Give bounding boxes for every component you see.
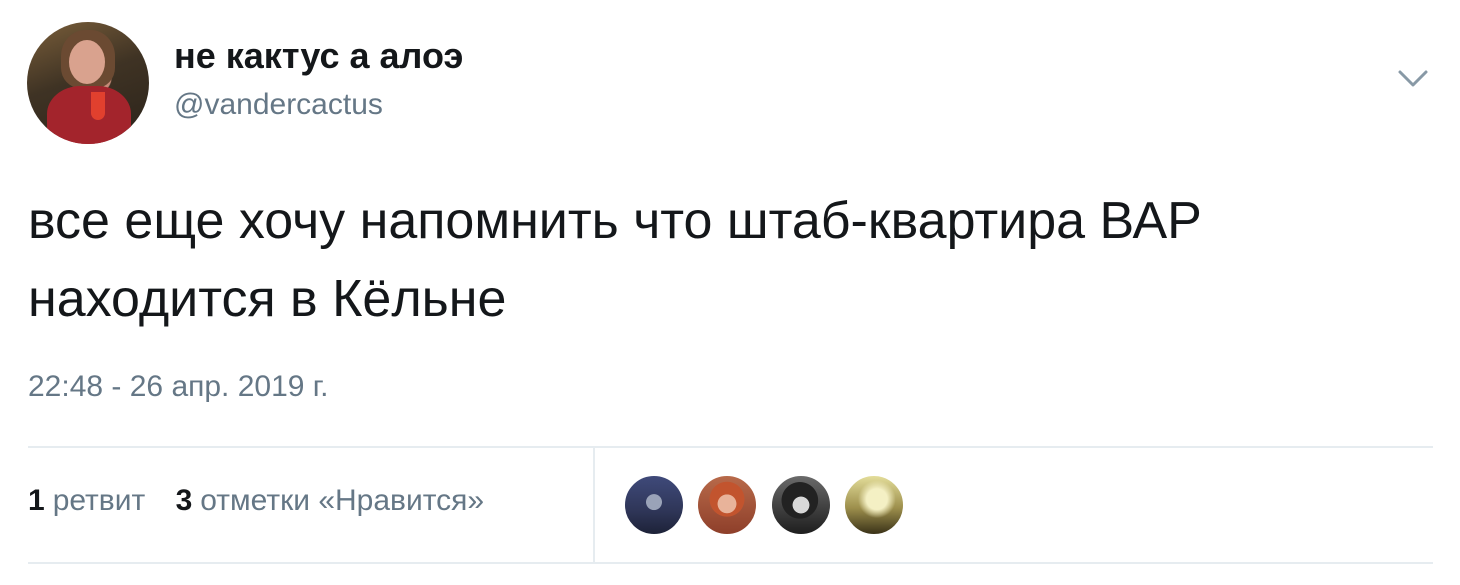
- like-count: 3: [175, 484, 193, 517]
- tweet-text: все еще хочу напомнить что штаб-квартира…: [28, 192, 1202, 328]
- chevron-down-icon: [1398, 70, 1428, 87]
- author-username[interactable]: @vandercactus: [174, 88, 383, 122]
- tweet-menu-button[interactable]: [1396, 64, 1430, 94]
- retweet-count: 1: [28, 484, 45, 517]
- retweet-label: ретвит: [52, 484, 146, 517]
- avatar-glass: [91, 92, 105, 120]
- divider-bottom: [28, 562, 1433, 564]
- author-display-name[interactable]: не кактус а алоэ: [174, 35, 463, 77]
- retweet-stat[interactable]: 1 ретвит: [28, 484, 145, 517]
- tweet-timestamp[interactable]: 22:48 - 26 апр. 2019 г.: [28, 370, 328, 404]
- liker-avatar[interactable]: [770, 474, 832, 536]
- like-label: отметки «Нравится»: [200, 484, 485, 517]
- avatar-face: [69, 40, 105, 84]
- liker-avatar[interactable]: [696, 474, 758, 536]
- tweet-stats: 1 ретвит 3 отметки «Нравится»: [28, 484, 506, 518]
- avatar-body: [47, 86, 131, 144]
- divider-top: [28, 446, 1433, 448]
- liker-avatar[interactable]: [843, 474, 905, 536]
- divider-vertical: [593, 448, 595, 562]
- like-stat[interactable]: 3 отметки «Нравится»: [176, 484, 484, 517]
- liker-avatar[interactable]: [623, 474, 685, 536]
- author-avatar[interactable]: [27, 22, 149, 144]
